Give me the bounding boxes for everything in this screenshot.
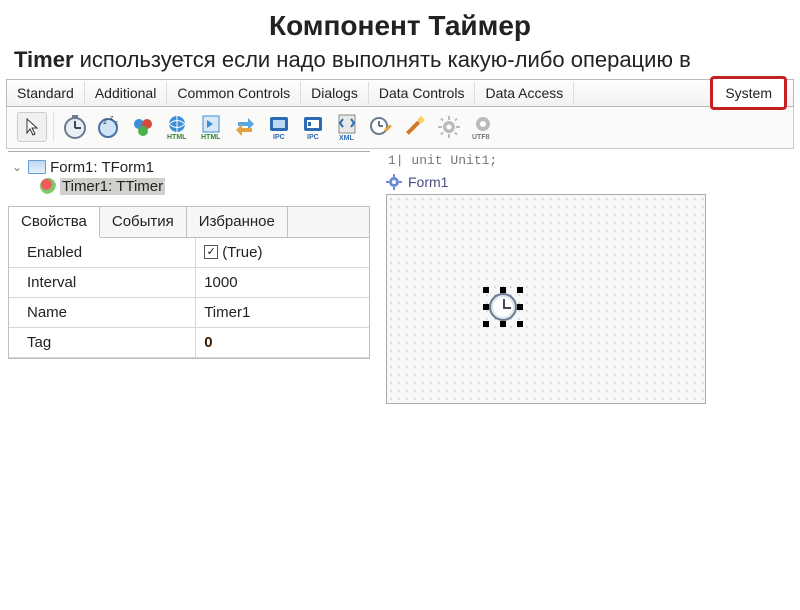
- htmlalt-icon[interactable]: HTML: [196, 112, 226, 142]
- timer-icon[interactable]: [60, 112, 90, 142]
- svg-text:z: z: [103, 117, 107, 126]
- html-icon[interactable]: HTML: [162, 112, 192, 142]
- prop-value[interactable]: (True): [196, 238, 369, 267]
- gear-icon[interactable]: [434, 112, 464, 142]
- property-row[interactable]: Enabled (True): [9, 238, 369, 268]
- prop-value[interactable]: 0: [196, 328, 369, 357]
- palette-tab-system[interactable]: System: [710, 76, 787, 110]
- form-designer[interactable]: [386, 194, 706, 404]
- prop-name: Enabled: [9, 238, 196, 267]
- timer-component[interactable]: [487, 291, 519, 323]
- clock-edit-icon[interactable]: [366, 112, 396, 142]
- cursor-icon[interactable]: [17, 112, 47, 142]
- svg-text:UTF8: UTF8: [472, 134, 490, 141]
- resize-handle[interactable]: [483, 304, 489, 310]
- form-caption-text: Form1: [408, 174, 448, 190]
- convert-icon[interactable]: [230, 112, 260, 142]
- ipc-icon[interactable]: IPC: [264, 112, 294, 142]
- clock-icon: [489, 293, 517, 321]
- svg-text:HTML: HTML: [167, 134, 187, 141]
- component-toolbar: zzz HTML HTML IPC IPC XML UTF8: [6, 107, 794, 149]
- slide-title: Компонент Таймер: [0, 10, 800, 42]
- prop-name: Tag: [9, 328, 196, 357]
- separator: [53, 112, 54, 142]
- palette-tab-additional[interactable]: Additional: [85, 82, 168, 104]
- utf8-icon[interactable]: UTF8: [468, 112, 498, 142]
- resize-handle[interactable]: [517, 304, 523, 310]
- slide-description: Timer используется если надо выполнять к…: [0, 46, 800, 79]
- form-icon: [28, 160, 46, 174]
- svg-text:IPC: IPC: [273, 134, 285, 141]
- tree-node-form[interactable]: ⌄ Form1: TForm1: [12, 158, 366, 177]
- tree-label: Timer1: TTimer: [60, 178, 165, 195]
- prop-value[interactable]: Timer1: [196, 298, 369, 327]
- code-editor-snippet: 1| unit Unit1;: [380, 151, 800, 170]
- palette-tab-standard[interactable]: Standard: [7, 82, 85, 104]
- object-inspector-tabs: Свойства События Избранное: [8, 206, 370, 238]
- tab-favorites[interactable]: Избранное: [187, 207, 288, 237]
- tab-events[interactable]: События: [100, 207, 187, 237]
- idle-timer-icon[interactable]: zzz: [94, 112, 124, 142]
- property-row[interactable]: Interval 1000: [9, 268, 369, 298]
- resize-handle[interactable]: [483, 321, 489, 327]
- palette-tab-common-controls[interactable]: Common Controls: [167, 82, 301, 104]
- property-row[interactable]: Name Timer1: [9, 298, 369, 328]
- svg-text:z: z: [110, 115, 114, 122]
- ipc-alt-icon[interactable]: IPC: [298, 112, 328, 142]
- wand-icon[interactable]: [400, 112, 430, 142]
- svg-text:z: z: [115, 121, 118, 127]
- form-designer-caption: Form1: [380, 170, 800, 194]
- resize-handle[interactable]: [517, 287, 523, 293]
- prop-value[interactable]: 1000: [196, 268, 369, 297]
- palette-tab-data-controls[interactable]: Data Controls: [369, 82, 476, 104]
- resize-handle[interactable]: [500, 321, 506, 327]
- xml-icon[interactable]: XML: [332, 112, 362, 142]
- collapse-icon[interactable]: ⌄: [12, 160, 22, 174]
- resize-handle[interactable]: [517, 321, 523, 327]
- component-icon: [40, 178, 56, 194]
- svg-text:IPC: IPC: [307, 134, 319, 141]
- property-row[interactable]: Tag 0: [9, 328, 369, 358]
- palette-tab-dialogs[interactable]: Dialogs: [301, 82, 369, 104]
- resize-handle[interactable]: [500, 287, 506, 293]
- tab-properties[interactable]: Свойства: [9, 207, 100, 238]
- component-tree: ⌄ Form1: TForm1 Timer1: TTimer: [8, 151, 370, 206]
- prop-name: Name: [9, 298, 196, 327]
- prop-name: Interval: [9, 268, 196, 297]
- property-grid: Enabled (True) Interval 1000 Name Timer1…: [8, 238, 370, 359]
- svg-text:HTML: HTML: [201, 134, 221, 141]
- svg-text:XML: XML: [339, 135, 355, 141]
- pipe-icon[interactable]: [128, 112, 158, 142]
- tree-label: Form1: TForm1: [50, 159, 154, 176]
- checkbox-icon[interactable]: [204, 245, 218, 259]
- palette-tab-data-access[interactable]: Data Access: [475, 82, 574, 104]
- form-gear-icon: [386, 174, 402, 190]
- tree-node-timer[interactable]: Timer1: TTimer: [12, 177, 366, 196]
- desc-term: Timer: [14, 47, 74, 72]
- resize-handle[interactable]: [483, 287, 489, 293]
- desc-rest: используется если надо выполнять какую-л…: [74, 47, 691, 72]
- component-palette: Standard Additional Common Controls Dial…: [6, 79, 794, 107]
